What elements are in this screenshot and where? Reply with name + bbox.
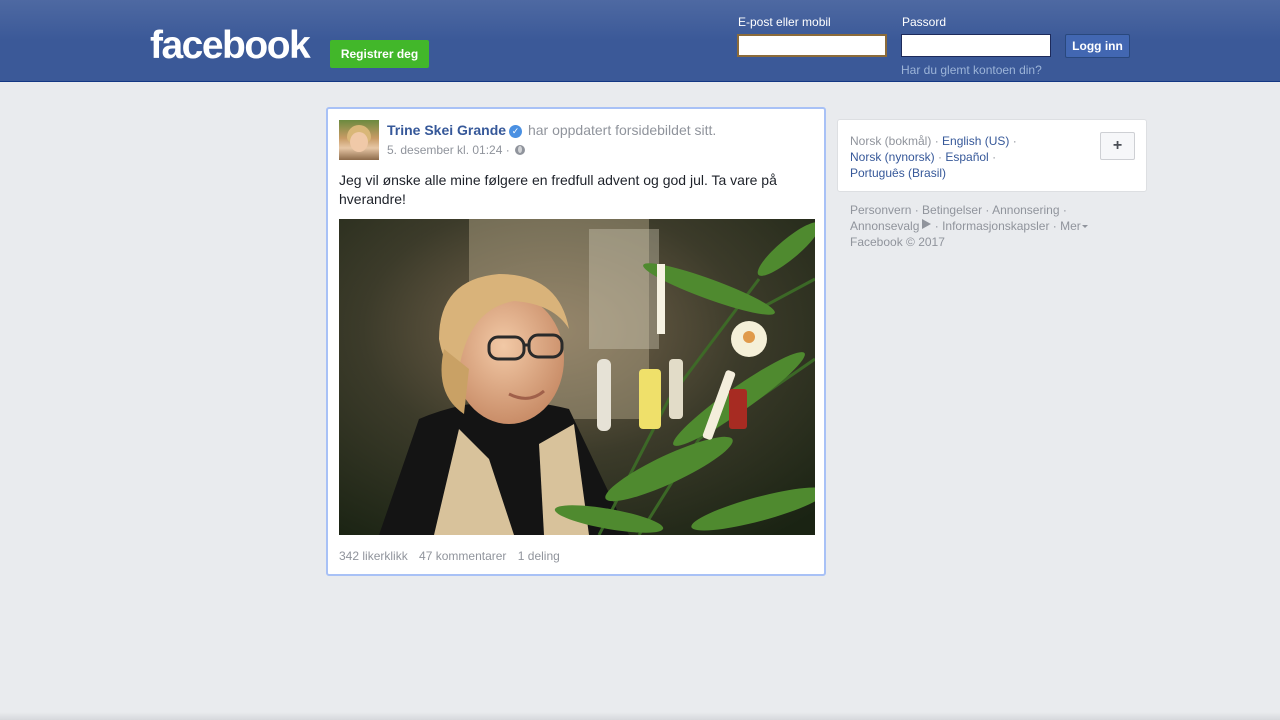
footer-more[interactable]: Mer: [1060, 219, 1088, 233]
language-current: Norsk (bokmål): [850, 134, 932, 148]
plus-icon: +: [1112, 137, 1123, 154]
footer-cookies[interactable]: Informasjonskapsler: [942, 219, 1049, 233]
likes-count[interactable]: 342 likerklikk: [339, 549, 408, 563]
verified-badge-icon: ✓: [509, 125, 523, 138]
post-action-text: har oppdatert forsidebildet sitt.: [527, 122, 717, 138]
post-stats: 342 likerklikk 47 kommentarer 1 deling: [339, 549, 568, 563]
post-timestamp[interactable]: 5. desember kl. 01:24: [387, 143, 502, 157]
register-button[interactable]: Registrer deg: [330, 40, 429, 68]
facebook-logo[interactable]: facebook: [150, 26, 311, 66]
post-photo-image: [339, 219, 815, 535]
footer-links: Personvern · Betingelser · Annonsering ·…: [850, 202, 1110, 250]
language-english[interactable]: English (US): [942, 134, 1009, 148]
footer-advertising[interactable]: Annonsering: [992, 203, 1059, 217]
post-header: Trine Skei Grande ✓ har oppdatert forside…: [387, 122, 716, 138]
post-meta: 5. desember kl. 01:24 ·: [387, 143, 526, 157]
email-field[interactable]: [737, 34, 887, 57]
footer-adchoices[interactable]: Annonsevalg: [850, 219, 919, 233]
add-language-button[interactable]: +: [1100, 132, 1135, 160]
footer-copyright: Facebook © 2017: [850, 235, 945, 249]
author-name-link[interactable]: Trine Skei Grande: [387, 122, 506, 138]
language-nynorsk[interactable]: Norsk (nynorsk): [850, 150, 935, 164]
language-spanish[interactable]: Español: [945, 150, 988, 164]
bottom-shadow: [0, 712, 1280, 720]
password-field[interactable]: [901, 34, 1051, 57]
footer-more-label: Mer: [1060, 219, 1081, 233]
caret-down-icon: [1081, 225, 1088, 228]
language-selector: Norsk (bokmål) · English (US) · Norsk (n…: [837, 119, 1147, 192]
adchoices-icon: [922, 219, 932, 229]
author-avatar[interactable]: [339, 120, 379, 160]
login-button[interactable]: Logg inn: [1065, 34, 1130, 58]
footer-terms[interactable]: Betingelser: [922, 203, 982, 217]
forgot-account-link[interactable]: Har du glemt kontoen din?: [901, 63, 1042, 77]
post-photo[interactable]: [339, 219, 815, 535]
post-text: Jeg vil ønske alle mine følgere en fredf…: [339, 172, 777, 207]
top-bar: facebook Registrer deg E-post eller mobi…: [0, 0, 1280, 82]
comments-count[interactable]: 47 kommentarer: [419, 549, 506, 563]
globe-icon: [515, 145, 526, 155]
post-card: Trine Skei Grande ✓ har oppdatert forside…: [326, 107, 826, 576]
email-label: E-post eller mobil: [738, 15, 831, 29]
language-portuguese[interactable]: Português (Brasil): [850, 166, 946, 180]
footer-privacy[interactable]: Personvern: [850, 203, 911, 217]
shares-count[interactable]: 1 deling: [518, 549, 560, 563]
language-list: Norsk (bokmål) · English (US) · Norsk (n…: [850, 134, 1017, 180]
password-label: Passord: [902, 15, 947, 29]
